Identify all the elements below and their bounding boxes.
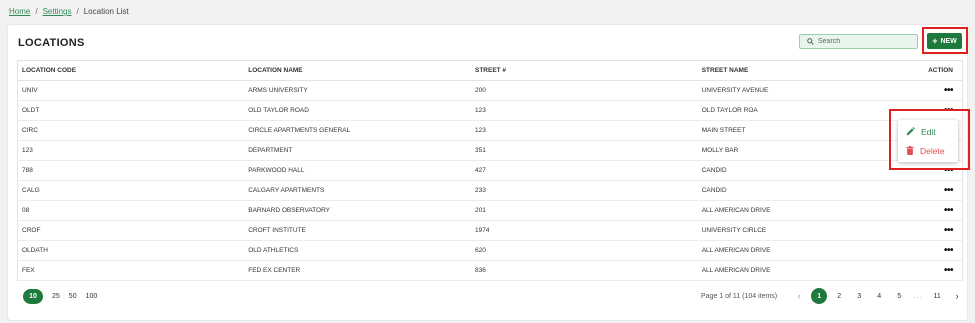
page-button[interactable]: 2 [829, 293, 849, 300]
cell-location-code: CROF [17, 220, 245, 241]
cell-street-number: 233 [470, 180, 698, 201]
page-size-option[interactable]: 50 [69, 293, 77, 300]
page-button[interactable]: 5 [889, 293, 909, 300]
search-icon [807, 38, 814, 45]
more-actions-icon[interactable]: ••• [944, 85, 954, 96]
column-header-action: ACTION [893, 60, 963, 81]
cell-street-name: CANDID [697, 160, 894, 181]
cell-street-name: MAIN STREET [697, 120, 894, 141]
cell-action: ••• [893, 220, 963, 241]
cell-location-name: DEPARTMENT [244, 140, 471, 161]
cell-location-code: 08 [17, 200, 245, 221]
cell-location-name: FED EX CENTER [244, 260, 471, 281]
cell-street-name: UNIVERSITY CIRLCE [697, 220, 894, 241]
new-button-highlight [922, 27, 968, 54]
breadcrumb-separator: / [76, 7, 79, 16]
pagination-ellipsis: ... [913, 292, 923, 300]
table-row[interactable]: CIRC CIRCLE APARTMENTS GENERAL 123 MAIN STR… [17, 120, 963, 141]
cell-street-number: 620 [470, 240, 698, 261]
page-size-option[interactable]: 25 [52, 293, 60, 300]
cell-location-code: OLDT [17, 100, 245, 121]
page-button[interactable]: 1 [811, 288, 828, 304]
cell-action: ••• [893, 200, 963, 221]
table-row[interactable]: CALG CALGARY APARTMENTS 233 CANDID ••• [17, 180, 963, 201]
search-input[interactable] [818, 38, 913, 45]
table-row[interactable]: FEX FED EX CENTER 836 ALL AMERICAN DRIVE ••• [17, 260, 963, 281]
page-button[interactable]: 3 [849, 293, 869, 300]
cell-action: ••• [893, 240, 963, 261]
cell-street-number: 123 [470, 120, 698, 141]
cell-street-number: 200 [470, 80, 698, 101]
cell-street-number: 201 [470, 200, 698, 221]
table-row[interactable]: UNIV ARMS UNIVERSITY 200 UNIVERSITY AVENUE •… [17, 80, 963, 101]
search-box[interactable] [799, 34, 918, 49]
page-size-option[interactable]: 10 [23, 289, 43, 304]
cell-street-name: OLD TAYLOR ROA [697, 100, 894, 121]
page-button-last[interactable]: 11 [927, 293, 947, 300]
cell-street-name: UNIVERSITY AVENUE [697, 80, 894, 101]
page-button[interactable]: 4 [869, 293, 889, 300]
column-header-street-name[interactable]: STREET NAME [697, 60, 894, 81]
more-actions-icon[interactable]: ••• [944, 205, 954, 216]
cell-street-name: ALL AMERICAN DRIVE [697, 200, 894, 221]
cell-street-name: CANDID [697, 180, 894, 201]
breadcrumb-current: Location List [83, 7, 129, 16]
cell-location-code: UNIV [17, 80, 245, 101]
table-row[interactable]: 08 BARNARD OBSERVATORY 201 ALL AMERICAN DRI… [17, 200, 963, 221]
table-row[interactable]: 788 PARKWOOD HALL 427 CANDID ••• [17, 160, 963, 181]
pagination-info: Page 1 of 11 (104 items) [701, 292, 778, 300]
cell-action: ••• [893, 80, 963, 101]
cell-location-name: ARMS UNIVERSITY [244, 80, 471, 101]
cell-location-name: OLD ATHLETICS [244, 240, 471, 261]
page-size-option[interactable]: 100 [86, 293, 98, 300]
cell-location-code: CALG [17, 180, 245, 201]
cell-street-number: 427 [470, 160, 698, 181]
chevron-left-icon[interactable]: ‹ [789, 291, 809, 301]
table-row[interactable]: OLDATH OLD ATHLETICS 620 ALL AMERICAN DRIVE… [17, 240, 963, 261]
cell-action: ••• [893, 260, 963, 281]
cell-street-number: 836 [470, 260, 698, 281]
page-size-selector: 10 25 50 100 [23, 289, 97, 304]
cell-location-code: FEX [17, 260, 245, 281]
table-row[interactable]: 123DEPARTMENT351MOLLY BAR••• [17, 140, 963, 161]
cell-street-name: MOLLY BAR [697, 140, 894, 161]
cell-street-number: 123 [470, 100, 698, 121]
more-actions-icon[interactable]: ••• [944, 265, 954, 276]
column-header-street-number[interactable]: STREET # [470, 60, 698, 81]
cell-street-name: ALL AMERICAN DRIVE [697, 260, 894, 281]
cell-location-name: PARKWOOD HALL [244, 160, 471, 181]
more-actions-icon[interactable]: ••• [944, 245, 954, 256]
page-title: LOCATIONS [18, 37, 85, 49]
column-header-location-name[interactable]: LOCATION NAME [244, 60, 471, 81]
cell-location-code: CIRC [17, 120, 245, 141]
table-row[interactable]: OLDT OLD TAYLOR ROAD 123 OLD TAYLOR ROA ••• [17, 100, 963, 121]
pagination: Page 1 of 11 (104 items) ‹ 12345 ... 11 … [701, 288, 967, 304]
chevron-right-icon[interactable]: › [947, 291, 967, 301]
more-actions-icon[interactable]: ••• [944, 225, 954, 236]
column-header-location-code[interactable]: LOCATION CODE [17, 60, 245, 81]
cell-location-name: CIRCLE APARTMENTS GENERAL [244, 120, 471, 141]
breadcrumb-separator: / [35, 7, 38, 16]
cell-street-number: 351 [470, 140, 698, 161]
cell-location-name: CROFT INSTITUTE [244, 220, 471, 241]
locations-card: LOCATIONS + NEW LOCATION CODE LOCATION N… [8, 25, 970, 320]
cell-action: ••• [893, 180, 963, 201]
cell-location-code: OLDATH [17, 240, 245, 261]
cell-location-name: BARNARD OBSERVATORY [244, 200, 471, 221]
locations-table: LOCATION CODE LOCATION NAME STREET # STR… [17, 60, 963, 281]
action-menu-highlight [889, 109, 970, 170]
cell-location-code: 123 [17, 140, 245, 161]
table-header-row: LOCATION CODE LOCATION NAME STREET # STR… [17, 60, 963, 81]
breadcrumb-settings-link[interactable]: Settings [43, 7, 72, 16]
cell-location-name: CALGARY APARTMENTS [244, 180, 471, 201]
cell-location-name: OLD TAYLOR ROAD [244, 100, 471, 121]
table-row[interactable]: CROF CROFT INSTITUTE 1974 UNIVERSITY CIRLCE… [17, 220, 963, 241]
breadcrumb: Home / Settings / Location List [9, 7, 129, 16]
cell-location-code: 788 [17, 160, 245, 181]
cell-street-number: 1974 [470, 220, 698, 241]
cell-street-name: ALL AMERICAN DRIVE [697, 240, 894, 261]
more-actions-icon[interactable]: ••• [944, 185, 954, 196]
breadcrumb-home-link[interactable]: Home [9, 7, 30, 16]
